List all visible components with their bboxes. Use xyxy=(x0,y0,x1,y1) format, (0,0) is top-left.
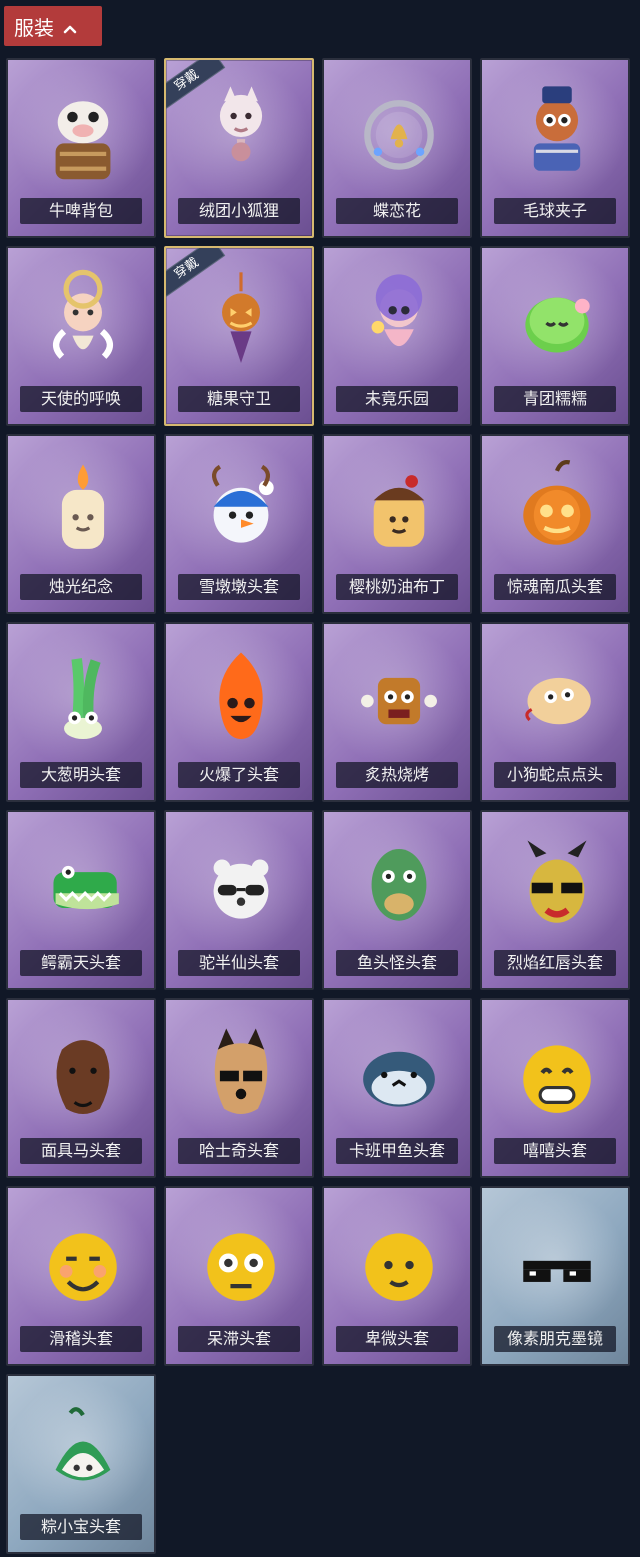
crocodile-icon xyxy=(30,830,136,946)
pumpkin-charm-icon xyxy=(188,266,294,382)
outfit-label: 雪墩墩头套 xyxy=(178,574,300,600)
doll-icon xyxy=(346,266,452,382)
stare-emoji-icon xyxy=(188,1206,294,1322)
outfit-card[interactable]: 哈士奇头套 xyxy=(164,998,314,1178)
outfit-label: 牛啤背包 xyxy=(20,198,142,224)
outfit-card[interactable]: 像素朋克墨镜 xyxy=(480,1186,630,1366)
outfit-label: 惊魂南瓜头套 xyxy=(494,574,616,600)
outfit-card[interactable]: 卑微头套 xyxy=(322,1186,472,1366)
outfit-label: 哈士奇头套 xyxy=(178,1138,300,1164)
outfit-label: 卑微头套 xyxy=(336,1326,458,1352)
bell-wreath-icon xyxy=(346,78,452,194)
outfit-label: 毛球夹子 xyxy=(494,198,616,224)
outfit-card[interactable]: 火爆了头套 xyxy=(164,622,314,802)
outfit-label: 滑稽头套 xyxy=(20,1326,142,1352)
section-toggle-button[interactable]: 服装 xyxy=(4,6,102,46)
outfit-card[interactable]: 穿戴 绒团小狐狸 xyxy=(164,58,314,238)
outfit-label: 樱桃奶油布丁 xyxy=(336,574,458,600)
yellow-mask-icon xyxy=(504,830,610,946)
raccoon-drum-icon xyxy=(504,78,610,194)
outfit-card[interactable]: 毛球夹子 xyxy=(480,58,630,238)
outfit-card[interactable]: 惊魂南瓜头套 xyxy=(480,434,630,614)
zongzi-icon xyxy=(30,1394,136,1510)
outfit-label: 鱼头怪头套 xyxy=(336,950,458,976)
outfit-label: 烛光纪念 xyxy=(20,574,142,600)
outfit-card[interactable]: 烛光纪念 xyxy=(6,434,156,614)
angel-icon xyxy=(30,266,136,382)
cow-barrel-icon xyxy=(30,78,136,194)
outfit-card[interactable]: 烈焰红唇头套 xyxy=(480,810,630,990)
horse-mask-icon xyxy=(30,1018,136,1134)
pudding-icon xyxy=(346,454,452,570)
pumpkin-icon xyxy=(504,454,610,570)
outfit-card[interactable]: 卡班甲鱼头套 xyxy=(322,998,472,1178)
outfit-label: 烈焰红唇头套 xyxy=(494,950,616,976)
outfit-label: 呆滞头套 xyxy=(178,1326,300,1352)
outfit-label: 青团糯糯 xyxy=(494,386,616,412)
fish-icon xyxy=(346,1018,452,1134)
candle-icon xyxy=(30,454,136,570)
outfit-card[interactable]: 呆滞头套 xyxy=(164,1186,314,1366)
outfit-label: 未竟乐园 xyxy=(336,386,458,412)
smirk-emoji-icon xyxy=(30,1206,136,1322)
outfit-grid: 牛啤背包 穿戴 绒团小狐狸 蝶恋花 毛球夹子天使的呼唤 穿戴 糖果守卫 未竟乐园 青团糯糯烛光纪… xyxy=(6,58,638,1554)
outfit-card[interactable]: 粽小宝头套 xyxy=(6,1374,156,1554)
outfit-label: 绒团小狐狸 xyxy=(178,198,300,224)
snowman-hat-icon xyxy=(188,454,294,570)
outfit-label: 炙热烧烤 xyxy=(336,762,458,788)
outfit-label: 面具马头套 xyxy=(20,1138,142,1164)
fox-icon xyxy=(188,78,294,194)
outfit-card[interactable]: 樱桃奶油布丁 xyxy=(322,434,472,614)
outfit-card[interactable]: 嘻嘻头套 xyxy=(480,998,630,1178)
outfit-label: 嘻嘻头套 xyxy=(494,1138,616,1164)
fire-spirit-icon xyxy=(188,642,294,758)
pixel-sunglasses-icon xyxy=(504,1206,610,1322)
outfit-label: 卡班甲鱼头套 xyxy=(336,1138,458,1164)
bbq-icon xyxy=(346,642,452,758)
grin-emoji-icon xyxy=(504,1018,610,1134)
fish-head-icon xyxy=(346,830,452,946)
bear-sunglasses-icon xyxy=(188,830,294,946)
outfit-label: 鳄霸天头套 xyxy=(20,950,142,976)
shy-emoji-icon xyxy=(346,1206,452,1322)
outfit-card[interactable]: 驼半仙头套 xyxy=(164,810,314,990)
outfit-label: 粽小宝头套 xyxy=(20,1514,142,1540)
section-title: 服装 xyxy=(14,15,54,40)
scallion-icon xyxy=(30,642,136,758)
outfit-card[interactable]: 炙热烧烤 xyxy=(322,622,472,802)
snake-icon xyxy=(504,642,610,758)
outfit-label: 驼半仙头套 xyxy=(178,950,300,976)
dog-sunglasses-icon xyxy=(188,1018,294,1134)
outfit-label: 蝶恋花 xyxy=(336,198,458,224)
outfit-label: 糖果守卫 xyxy=(178,386,300,412)
outfit-label: 火爆了头套 xyxy=(178,762,300,788)
outfit-card[interactable]: 青团糯糯 xyxy=(480,246,630,426)
outfit-card[interactable]: 未竟乐园 xyxy=(322,246,472,426)
green-mochi-icon xyxy=(504,266,610,382)
outfit-label: 小狗蛇点点头 xyxy=(494,762,616,788)
wardrobe-page: 服装 牛啤背包 穿戴 绒团小狐狸 蝶恋花 毛球夹子天使的呼唤 穿戴 糖果守卫 未竟乐园 青团糯糯… xyxy=(0,0,640,1557)
outfit-card[interactable]: 滑稽头套 xyxy=(6,1186,156,1366)
outfit-label: 像素朋克墨镜 xyxy=(494,1326,616,1352)
outfit-card[interactable]: 穿戴 糖果守卫 xyxy=(164,246,314,426)
outfit-card[interactable]: 大葱明头套 xyxy=(6,622,156,802)
outfit-card[interactable]: 蝶恋花 xyxy=(322,58,472,238)
outfit-card[interactable]: 天使的呼唤 xyxy=(6,246,156,426)
chevron-up-icon xyxy=(62,18,78,34)
outfit-card[interactable]: 雪墩墩头套 xyxy=(164,434,314,614)
outfit-card[interactable]: 鱼头怪头套 xyxy=(322,810,472,990)
outfit-label: 天使的呼唤 xyxy=(20,386,142,412)
outfit-label: 大葱明头套 xyxy=(20,762,142,788)
outfit-card[interactable]: 鳄霸天头套 xyxy=(6,810,156,990)
outfit-card[interactable]: 牛啤背包 xyxy=(6,58,156,238)
outfit-card[interactable]: 面具马头套 xyxy=(6,998,156,1178)
outfit-card[interactable]: 小狗蛇点点头 xyxy=(480,622,630,802)
